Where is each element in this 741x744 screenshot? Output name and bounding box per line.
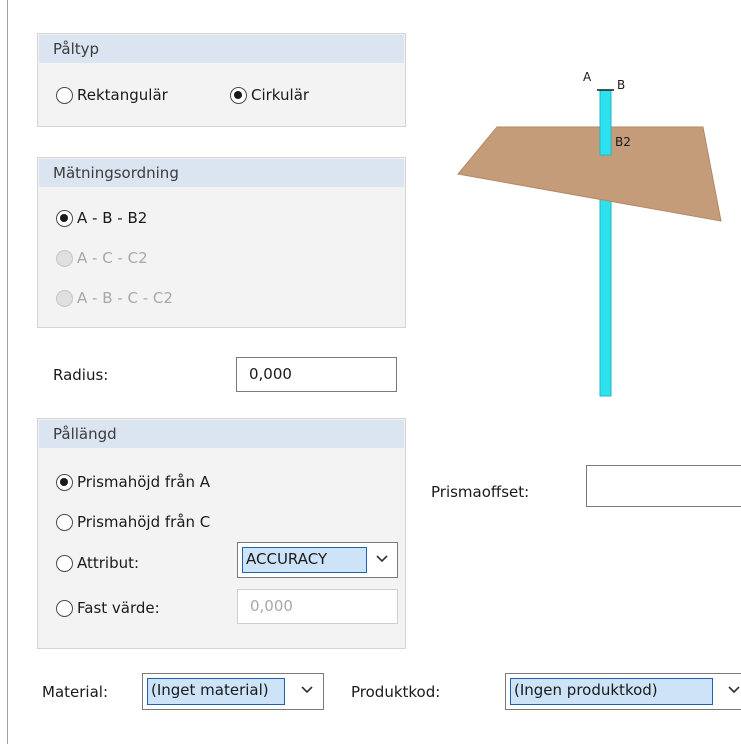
radio-fixed-value-indicator[interactable] — [56, 599, 73, 617]
radio-attribute-label: Attribut: — [77, 554, 140, 572]
pile-type-title: Påltyp — [39, 35, 404, 63]
radio-prism-height-c[interactable]: Prismahöjd från C — [56, 513, 210, 531]
radio-prism-height-c-indicator[interactable] — [56, 513, 73, 531]
radio-order-a-b-c-c2-label: A - B - C - C2 — [77, 289, 173, 307]
radius-label: Radius: — [53, 366, 109, 384]
pile-type-group: Påltyp Rektangulär Cirkulär — [37, 33, 406, 127]
pile-lower-shaft — [599, 197, 612, 397]
radio-fixed-value-label: Fast värde: — [77, 599, 160, 617]
material-select-value: (Inget material) — [147, 678, 285, 705]
product-code-select-value: (Ingen produktkod) — [510, 678, 713, 705]
radio-order-a-b-c-c2-indicator[interactable] — [56, 289, 73, 307]
radio-circular[interactable]: Cirkulär — [230, 86, 309, 104]
radio-order-a-b-b2-indicator[interactable] — [56, 209, 73, 227]
radio-circular-indicator[interactable] — [230, 86, 247, 104]
chevron-down-icon — [376, 555, 388, 563]
radio-order-a-c-c2-indicator[interactable] — [56, 249, 73, 267]
radius-input[interactable]: 0,000 — [236, 357, 397, 392]
radio-prism-height-c-label: Prismahöjd från C — [77, 513, 211, 531]
measurement-order-title: Mätningsordning — [39, 159, 404, 187]
attribute-select[interactable]: ACCURACY — [237, 542, 398, 578]
radio-order-a-b-b2-label: A - B - B2 — [77, 209, 148, 227]
radio-rectangular-indicator[interactable] — [56, 86, 73, 104]
pile-length-title: Pållängd — [39, 420, 404, 448]
radio-order-a-b-c-c2[interactable]: A - B - C - C2 — [56, 289, 173, 307]
attribute-select-value: ACCURACY — [242, 547, 367, 573]
label-b2: B2 — [615, 135, 631, 149]
chevron-down-icon — [301, 686, 313, 694]
radio-circular-label: Cirkulär — [251, 86, 310, 104]
fixed-value-input[interactable]: 0,000 — [237, 589, 398, 624]
material-select[interactable]: (Inget material) — [142, 673, 324, 710]
pile-length-group: Pållängd Prismahöjd från A Prismahöjd fr… — [37, 418, 406, 649]
label-b: B — [617, 78, 625, 92]
pile-upper-shaft — [599, 89, 612, 156]
radio-order-a-b-b2[interactable]: A - B - B2 — [56, 209, 147, 227]
product-code-select[interactable]: (Ingen produktkod) — [505, 673, 741, 710]
prism-offset-label: Prismaoffset: — [431, 483, 530, 501]
radio-fixed-value[interactable]: Fast värde: — [56, 599, 160, 617]
measurement-order-group: Mätningsordning A - B - B2 A - C - C2 A … — [37, 157, 406, 328]
material-label: Material: — [42, 683, 108, 701]
panel-left-border — [7, 0, 8, 744]
radio-prism-height-a-label: Prismahöjd från A — [77, 473, 211, 491]
radio-rectangular[interactable]: Rektangulär — [56, 86, 168, 104]
radio-order-a-c-c2[interactable]: A - C - C2 — [56, 249, 148, 267]
pile-preview: A B B2 — [457, 70, 722, 397]
radio-attribute[interactable]: Attribut: — [56, 554, 139, 572]
prism-offset-input[interactable] — [586, 465, 741, 507]
radio-order-a-c-c2-label: A - C - C2 — [77, 249, 148, 267]
radio-rectangular-label: Rektangulär — [77, 86, 168, 104]
radio-attribute-indicator[interactable] — [56, 554, 73, 572]
chevron-down-icon — [728, 686, 740, 694]
radio-prism-height-a-indicator[interactable] — [56, 473, 73, 491]
label-a: A — [583, 70, 592, 84]
ground-plane — [457, 126, 722, 222]
product-code-label: Produktkod: — [351, 683, 441, 701]
radio-prism-height-a[interactable]: Prismahöjd från A — [56, 473, 210, 491]
